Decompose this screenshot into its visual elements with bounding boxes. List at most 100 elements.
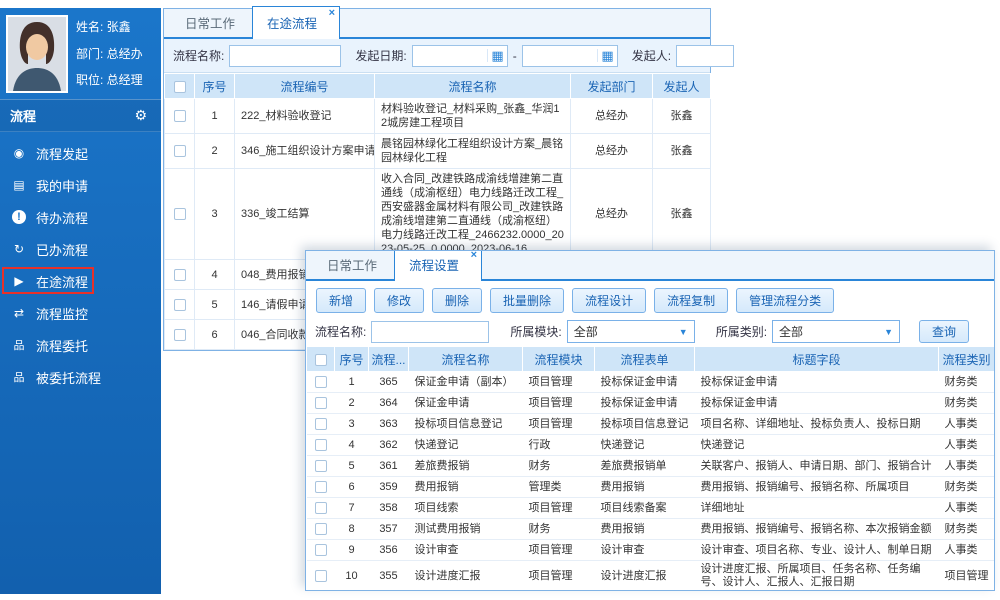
row-checkbox[interactable]: [315, 570, 327, 582]
table-row[interactable]: 3336_竣工结算收入合同_改建铁路成渝线增建第二直通线（成渝枢纽）电力线路迁改…: [165, 169, 711, 260]
column-header[interactable]: 流程名称: [375, 74, 571, 99]
sidebar-item-4[interactable]: ↻已办流程: [0, 233, 161, 265]
panel1-tabbar: 日常工作 在途流程 ×: [164, 9, 710, 39]
batch-delete-button[interactable]: 批量删除: [490, 288, 564, 313]
process-name-input[interactable]: [371, 321, 489, 343]
process-copy-button[interactable]: 流程复制: [654, 288, 728, 313]
module-select[interactable]: 全部 ▼: [567, 320, 695, 343]
row-checkbox[interactable]: [174, 329, 186, 341]
cell: 355: [369, 561, 409, 592]
table-row[interactable]: 10355设计进度汇报项目管理设计进度汇报设计进度汇报、所属项目、任务名称、任务…: [307, 561, 995, 592]
close-icon[interactable]: ×: [471, 250, 477, 261]
cell: 快递登记: [409, 435, 523, 456]
table-row[interactable]: 5361差旅费报销财务差旅费报销单关联客户、报销人、申请日期、部门、报销合计人事…: [307, 456, 995, 477]
column-header[interactable]: 标题字段: [695, 347, 939, 372]
tab-daily-work[interactable]: 日常工作: [313, 250, 391, 279]
chevron-down-icon: ▼: [884, 327, 893, 337]
cell: 项目管理: [939, 561, 995, 592]
row-checkbox[interactable]: [315, 523, 327, 535]
initiator-input[interactable]: [676, 45, 734, 67]
table-row[interactable]: 7358项目线索项目管理项目线索备案详细地址人事类: [307, 498, 995, 519]
sidebar-item-2[interactable]: ▤我的申请: [0, 169, 161, 201]
process-design-button[interactable]: 流程设计: [572, 288, 646, 313]
date-from-input[interactable]: [413, 50, 488, 62]
column-header[interactable]: 发起部门: [571, 74, 653, 99]
cell: 3: [335, 414, 369, 435]
cell: 364: [369, 393, 409, 414]
table-row[interactable]: 2346_施工组织设计方案申请晨铭园林绿化工程组织设计方案_晨铭园林绿化工程总经…: [165, 134, 711, 169]
column-header[interactable]: 序号: [195, 74, 235, 99]
cell: 财务类: [939, 477, 995, 498]
sidebar-item-8[interactable]: 品被委托流程: [0, 361, 161, 393]
cell: 项目线索: [409, 498, 523, 519]
cell: 费用报销: [595, 519, 695, 540]
row-checkbox[interactable]: [315, 481, 327, 493]
cell: 362: [369, 435, 409, 456]
row-checkbox[interactable]: [315, 418, 327, 430]
select-all-checkbox[interactable]: [174, 81, 186, 93]
sidebar-item-3[interactable]: !待办流程: [0, 201, 161, 233]
sidebar-item-5[interactable]: ▶在途流程: [0, 265, 161, 297]
row-checkbox[interactable]: [315, 439, 327, 451]
process-name-input[interactable]: [229, 45, 341, 67]
tab-process-settings[interactable]: 流程设置 ×: [394, 250, 482, 281]
table-row[interactable]: 6359费用报销管理类费用报销费用报销、报销编号、报销名称、所属项目财务类: [307, 477, 995, 498]
column-header[interactable]: 发起人: [653, 74, 711, 99]
cell: 项目管理: [523, 372, 595, 393]
delete-button[interactable]: 删除: [432, 288, 482, 313]
table-row[interactable]: 1222_材料验收登记材料验收登记_材料采购_张鑫_华润12城房建工程项目总经办…: [165, 99, 711, 134]
module-label: 所属模块:: [510, 323, 561, 340]
row-checkbox[interactable]: [174, 269, 186, 281]
column-header[interactable]: 序号: [335, 347, 369, 372]
row-checkbox[interactable]: [174, 208, 186, 220]
row-checkbox[interactable]: [315, 544, 327, 556]
cell: 363: [369, 414, 409, 435]
select-all-checkbox[interactable]: [315, 354, 327, 366]
row-checkbox[interactable]: [315, 502, 327, 514]
table-row[interactable]: 2364保证金申请项目管理投标保证金申请投标保证金申请财务类: [307, 393, 995, 414]
tab-label: 流程设置: [409, 259, 459, 273]
sidebar-item-1[interactable]: ◉流程发起: [0, 137, 161, 169]
cell: 项目管理: [523, 498, 595, 519]
delegated-icon: 品: [11, 369, 27, 385]
table-row[interactable]: 9356设计审查项目管理设计审查设计审查、项目名称、专业、设计人、制单日期人事类: [307, 540, 995, 561]
calendar-icon[interactable]: ▦: [597, 49, 616, 62]
row-checkbox[interactable]: [315, 376, 327, 388]
tab-daily-work[interactable]: 日常工作: [171, 7, 249, 37]
row-checkbox[interactable]: [174, 145, 186, 157]
modify-button[interactable]: 修改: [374, 288, 424, 313]
column-header[interactable]: 流程类别: [939, 347, 995, 372]
close-icon[interactable]: ×: [329, 8, 335, 19]
column-header[interactable]: 流程表单: [595, 347, 695, 372]
table-row[interactable]: 8357测试费用报销财务费用报销费用报销、报销编号、报销名称、本次报销金额财务类: [307, 519, 995, 540]
column-header[interactable]: 流程模块: [523, 347, 595, 372]
manage-process-category-button[interactable]: 管理流程分类: [736, 288, 834, 313]
cell: 费用报销: [409, 477, 523, 498]
sidebar-item-6[interactable]: ⇄流程监控: [0, 297, 161, 329]
row-checkbox[interactable]: [174, 299, 186, 311]
table-row[interactable]: 3363投标项目信息登记项目管理投标项目信息登记项目名称、详细地址、投标负责人、…: [307, 414, 995, 435]
calendar-icon[interactable]: ▦: [487, 49, 506, 62]
table-row[interactable]: 1365保证金申请（副本）项目管理投标保证金申请投标保证金申请财务类: [307, 372, 995, 393]
cell: 差旅费报销单: [595, 456, 695, 477]
row-checkbox[interactable]: [315, 397, 327, 409]
cell: 4: [335, 435, 369, 456]
add-button[interactable]: 新增: [316, 288, 366, 313]
column-header[interactable]: 流程编号: [235, 74, 375, 99]
column-header[interactable]: 流程...: [369, 347, 409, 372]
search-button[interactable]: 查询: [919, 320, 969, 343]
date-to-input[interactable]: [523, 50, 598, 62]
column-header[interactable]: 流程名称: [409, 347, 523, 372]
row-checkbox[interactable]: [174, 110, 186, 122]
profile-photo: [6, 15, 68, 93]
tab-in-transit[interactable]: 在途流程 ×: [252, 6, 340, 39]
cell: 3: [195, 169, 235, 260]
row-checkbox[interactable]: [315, 460, 327, 472]
table-row[interactable]: 4362快递登记行政快递登记快递登记人事类: [307, 435, 995, 456]
cell: 张鑫: [653, 99, 711, 134]
chevron-down-icon: ▼: [679, 327, 688, 337]
gear-icon[interactable]: ⚙: [134, 107, 147, 124]
category-select[interactable]: 全部 ▼: [772, 320, 900, 343]
sidebar-item-7[interactable]: 品流程委托: [0, 329, 161, 361]
panel1-filterbar: 流程名称: 发起日期: ▦ - ▦ 发起人:: [164, 39, 710, 73]
